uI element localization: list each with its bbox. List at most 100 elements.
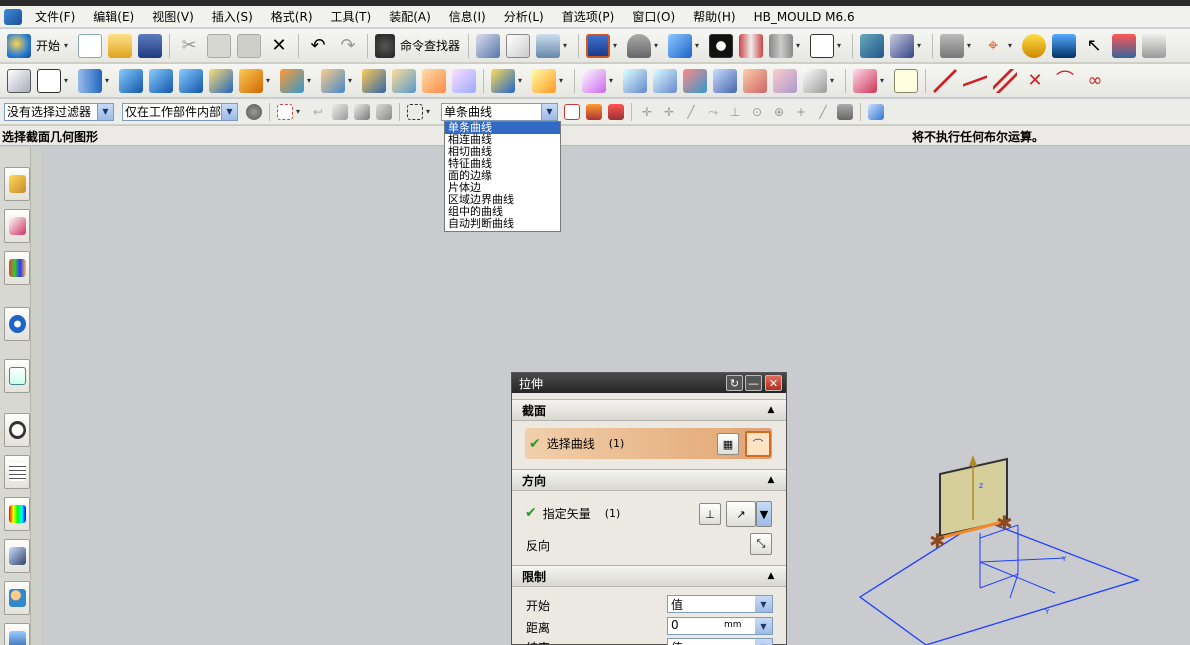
assembly-navigator-icon[interactable] [860, 33, 885, 58]
menu-format[interactable]: 格式(R) [262, 8, 322, 25]
collapse-icon[interactable]: ▲ [764, 403, 778, 417]
chevron-down-icon[interactable]: ▾ [563, 41, 571, 50]
distance-input[interactable]: 0 mm ▼ [667, 617, 773, 635]
hidden-edge-icon[interactable] [769, 33, 794, 58]
bounded-plane-icon[interactable] [582, 68, 606, 93]
offset-surface-icon[interactable] [713, 68, 737, 93]
chevron-down-icon[interactable]: ▾ [266, 76, 274, 85]
resource-bar-scroll[interactable] [30, 147, 42, 645]
visualization-tab[interactable] [4, 497, 30, 531]
chevron-down-icon[interactable]: ▾ [609, 76, 617, 85]
general-selection-filter-icon[interactable] [246, 103, 262, 120]
collapse-icon[interactable]: ▲ [764, 569, 778, 583]
extension-icon[interactable] [803, 68, 827, 93]
roles-tab[interactable] [4, 581, 30, 615]
reset-icon[interactable]: ↻ [726, 375, 743, 391]
web-browser-tab[interactable] [4, 307, 30, 341]
chevron-down-icon[interactable]: ▾ [307, 76, 315, 85]
redo-icon[interactable]: ↷ [336, 34, 360, 58]
undo-icon[interactable]: ↶ [306, 34, 330, 58]
chevron-down-icon[interactable]: ▾ [837, 41, 845, 50]
sketch-icon[interactable] [476, 33, 501, 58]
line-cross-icon[interactable]: ✕ [1023, 69, 1047, 93]
analysis-icon[interactable] [1022, 33, 1047, 58]
sketch-section-icon[interactable]: ▦ [717, 433, 739, 455]
constraint-navigator-tab[interactable] [4, 209, 30, 243]
chevron-down-icon[interactable]: ▾ [559, 76, 567, 85]
binoculars-icon[interactable] [375, 33, 396, 58]
sketch-plane-icon[interactable] [37, 68, 61, 93]
wcs-icon[interactable] [506, 33, 531, 58]
select-cursor-icon[interactable]: ↖ [1082, 34, 1106, 58]
layer-settings-icon[interactable] [940, 33, 965, 58]
menu-edit[interactable]: 编辑(E) [84, 8, 143, 25]
menu-analysis[interactable]: 分析(L) [495, 8, 553, 25]
minimize-icon[interactable]: — [745, 375, 762, 391]
through-curves-icon[interactable] [623, 68, 647, 93]
menu-view[interactable]: 视图(V) [143, 8, 203, 25]
stop-at-intersection-icon[interactable] [564, 103, 580, 120]
menu-insert[interactable]: 插入(S) [203, 8, 262, 25]
background-color-icon[interactable] [810, 33, 835, 58]
chevron-down-icon[interactable]: ▼ [755, 596, 772, 612]
chevron-down-icon[interactable]: ▾ [654, 41, 662, 50]
save-icon[interactable] [138, 33, 163, 58]
delete-icon[interactable]: ✕ [267, 34, 291, 58]
chevron-down-icon[interactable]: ▼ [755, 639, 772, 645]
menu-file[interactable]: 文件(F) [26, 8, 84, 25]
menu-assembly[interactable]: 装配(A) [380, 8, 440, 25]
part-navigator-tab[interactable] [4, 251, 30, 285]
line-angle-icon[interactable] [963, 68, 987, 93]
end-limit-select[interactable]: 值 ▼ [667, 638, 773, 645]
line-parallel-icon[interactable] [993, 68, 1017, 93]
extrude-icon[interactable] [78, 68, 102, 93]
fit-view-icon[interactable] [586, 33, 611, 58]
shell-icon[interactable] [491, 68, 515, 93]
arc-icon[interactable]: ⌒ [1053, 69, 1077, 93]
chevron-down-icon[interactable]: ▾ [426, 107, 434, 116]
chevron-down-icon[interactable]: ▾ [880, 76, 888, 85]
curve-rule-select[interactable]: 单条曲线 ▼ [441, 102, 558, 121]
view-orientation-icon[interactable] [668, 33, 693, 58]
history-tab[interactable] [4, 359, 30, 393]
hole-icon[interactable] [280, 68, 304, 93]
assembly-navigator-tab[interactable] [4, 167, 30, 201]
menu-help[interactable]: 帮助(H) [684, 8, 744, 25]
process-studio-tab[interactable] [4, 539, 30, 573]
chevron-down-icon[interactable]: ▾ [518, 76, 526, 85]
sew-icon[interactable] [743, 68, 767, 93]
menu-tools[interactable]: 工具(T) [322, 8, 381, 25]
clock-tab[interactable] [4, 413, 30, 447]
select-play-icon[interactable] [1052, 33, 1077, 58]
curve-select-icon[interactable]: ⌒ [745, 431, 771, 457]
inferred-vector-icon[interactable]: ↗ [726, 501, 756, 527]
app-logo-icon[interactable] [4, 8, 22, 25]
chevron-down-icon[interactable]: ▾ [796, 41, 804, 50]
rectangle-select-icon[interactable] [407, 103, 423, 120]
vector-dialog-icon[interactable]: ⊥ [699, 503, 721, 525]
edge-blend-icon[interactable] [422, 68, 446, 93]
limits-group-header[interactable]: 限制 ▲ [512, 565, 786, 587]
chevron-down-icon[interactable]: ▾ [64, 76, 72, 85]
body-select-icon[interactable] [354, 103, 370, 120]
chevron-down-icon[interactable]: ▼ [756, 501, 772, 527]
new-file-icon[interactable] [78, 33, 103, 58]
menu-information[interactable]: 信息(I) [440, 8, 495, 25]
chevron-down-icon[interactable]: ▼ [541, 103, 557, 120]
menu-preferences[interactable]: 首选项(P) [553, 8, 624, 25]
snap-point-icon[interactable] [894, 68, 918, 93]
chevron-down-icon[interactable]: ▾ [1008, 41, 1016, 50]
swept-icon[interactable] [683, 68, 707, 93]
feature-select-icon[interactable]: ↩ [310, 104, 326, 120]
start-button-label[interactable]: 开始 [36, 37, 60, 54]
system-scenes-tab[interactable] [4, 623, 30, 645]
collapse-icon[interactable]: ▲ [764, 473, 778, 487]
face-select-icon[interactable] [332, 103, 348, 120]
cylinder-icon[interactable] [149, 68, 173, 93]
boolean-unite-icon[interactable] [239, 68, 263, 93]
start-limit-select[interactable]: 值 ▼ [667, 595, 773, 613]
component-select-icon[interactable] [376, 103, 392, 120]
datum-csys-icon[interactable]: ⌖ [981, 34, 1005, 58]
chevron-down-icon[interactable]: ▾ [695, 41, 703, 50]
type-filter-select[interactable]: 没有选择过滤器 ▼ [4, 102, 114, 121]
